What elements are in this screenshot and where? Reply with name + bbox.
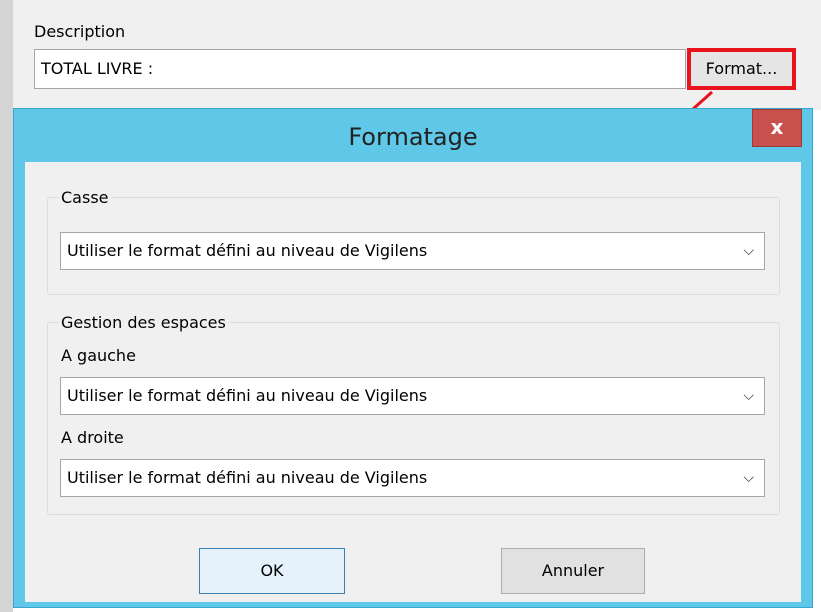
format-button[interactable]: Format... bbox=[687, 48, 796, 90]
droite-label: A droite bbox=[61, 428, 124, 447]
cancel-button[interactable]: Annuler bbox=[501, 548, 645, 594]
gauche-select-value: Utiliser le format défini au niveau de V… bbox=[67, 386, 428, 405]
gauche-label: A gauche bbox=[61, 346, 136, 365]
dialog-body: Casse Utiliser le format défini au nivea… bbox=[25, 162, 801, 602]
casse-select[interactable]: Utiliser le format défini au niveau de V… bbox=[60, 232, 765, 270]
casse-select-value: Utiliser le format défini au niveau de V… bbox=[67, 241, 428, 260]
espaces-legend: Gestion des espaces bbox=[59, 313, 228, 333]
casse-legend: Casse bbox=[59, 188, 111, 208]
chevron-down-icon: ⌵ bbox=[743, 388, 754, 404]
dialog-title: Formatage bbox=[348, 123, 478, 151]
chevron-down-icon: ⌵ bbox=[743, 470, 754, 486]
ok-button[interactable]: OK bbox=[199, 548, 345, 594]
close-button[interactable]: x bbox=[752, 109, 802, 147]
formatage-dialog: Formatage x Casse Utiliser le format déf… bbox=[13, 108, 813, 608]
close-icon: x bbox=[770, 115, 784, 139]
description-label: Description bbox=[34, 22, 126, 41]
parent-window-edge bbox=[0, 0, 13, 612]
chevron-down-icon: ⌵ bbox=[743, 243, 754, 259]
droite-select-value: Utiliser le format défini au niveau de V… bbox=[67, 468, 428, 487]
gauche-select[interactable]: Utiliser le format défini au niveau de V… bbox=[60, 377, 765, 415]
description-input[interactable]: TOTAL LIVRE : bbox=[34, 49, 686, 89]
droite-select[interactable]: Utiliser le format défini au niveau de V… bbox=[60, 459, 765, 497]
